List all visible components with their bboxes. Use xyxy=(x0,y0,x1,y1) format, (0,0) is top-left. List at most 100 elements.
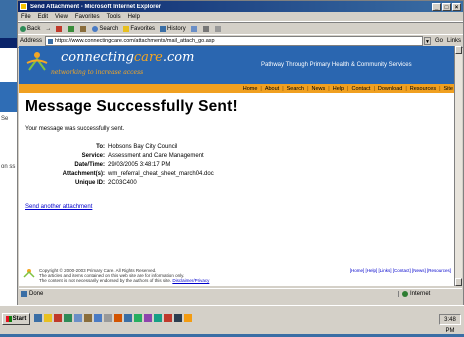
nav-contact[interactable]: Contact xyxy=(351,86,370,92)
forward-button[interactable]: → xyxy=(45,26,51,32)
task-button-icon-2[interactable] xyxy=(104,314,112,322)
app-launch-icon[interactable] xyxy=(54,314,62,322)
address-label: Address xyxy=(20,38,43,44)
history-icon xyxy=(160,25,167,32)
footer-links[interactable]: [Home] [Help] [Links] [Contact] [News] [… xyxy=(350,268,451,273)
detail-value-service: Assessment and Care Management xyxy=(108,153,204,159)
status-text-area: Done xyxy=(19,290,398,297)
site-tagline: networking to increase access xyxy=(51,69,144,76)
footer-endorse-line: The content is not necessarily endorsed … xyxy=(39,278,350,283)
favorites-button[interactable]: Favorites xyxy=(123,25,155,32)
logo-suffix: .com xyxy=(162,50,195,65)
app-launch-icon-4[interactable] xyxy=(84,314,92,322)
task-button-icon[interactable] xyxy=(94,314,102,322)
task-button-icon-6[interactable] xyxy=(144,314,152,322)
mail-icon xyxy=(190,25,197,32)
minimize-button[interactable]: _ xyxy=(432,2,441,11)
menu-tools[interactable]: Tools xyxy=(107,14,121,20)
links-button[interactable]: Links xyxy=(447,38,461,44)
window-title: Send Attachment - Microsoft Internet Exp… xyxy=(30,3,162,10)
go-button[interactable]: Go xyxy=(435,38,443,44)
standard-toolbar: Back → Search Favorites History xyxy=(18,22,463,35)
vertical-scrollbar[interactable] xyxy=(454,46,462,286)
confirmation-text: Your message was successfully sent. xyxy=(25,126,125,132)
nav-site[interactable]: Site xyxy=(444,86,453,92)
nav-download[interactable]: Download xyxy=(378,86,402,92)
zone-label: Internet xyxy=(410,290,431,297)
menu-file[interactable]: File xyxy=(21,14,31,20)
nav-resources[interactable]: Resources xyxy=(410,86,436,92)
refresh-button[interactable] xyxy=(68,25,75,32)
back-button[interactable]: Back xyxy=(20,25,41,32)
taskbar: Start 3:48 PM xyxy=(0,305,464,334)
page-viewport: connectingcare.com networking to increas… xyxy=(19,46,455,286)
history-label: History xyxy=(167,25,186,32)
favorites-star-icon xyxy=(123,25,130,32)
task-button-icon-7[interactable] xyxy=(154,314,162,322)
status-bar: Done Internet xyxy=(19,288,462,298)
detail-value-attachments: wm_referral_cheat_sheet_march04.doc xyxy=(108,171,214,177)
app-launch-icon-2[interactable] xyxy=(64,314,72,322)
nav-about[interactable]: About xyxy=(265,86,279,92)
start-label: Start xyxy=(12,316,27,322)
forward-arrow-icon: → xyxy=(45,25,52,32)
print-icon xyxy=(202,25,209,32)
edit-icon xyxy=(214,25,221,32)
background-window-text-2: on ss xyxy=(1,164,16,170)
task-button-icon-9[interactable] xyxy=(174,314,182,322)
maximize-button[interactable]: □ xyxy=(442,2,451,11)
menu-favorites[interactable]: Favorites xyxy=(75,14,100,20)
menu-view[interactable]: View xyxy=(55,14,68,20)
send-another-attachment-link[interactable]: Send another attachment xyxy=(25,204,449,210)
disclaimer-privacy-link[interactable]: Disclaimer/Privacy xyxy=(172,278,209,283)
nav-help[interactable]: Help xyxy=(333,86,344,92)
history-button[interactable]: History xyxy=(160,25,186,32)
windows-flag-icon xyxy=(5,316,12,322)
detail-label-attachments: Attachment(s): xyxy=(62,171,105,177)
back-label: Back xyxy=(27,25,41,32)
detail-label-datetime: Date/Time: xyxy=(74,162,105,168)
close-button[interactable]: × xyxy=(452,2,461,11)
app-launch-icon-3[interactable] xyxy=(74,314,82,322)
stop-button[interactable] xyxy=(56,25,63,32)
detail-label-unique-id: Unique ID: xyxy=(75,180,105,186)
detail-row: To: Hobsons Bay City Council xyxy=(25,144,225,150)
home-icon xyxy=(80,25,87,32)
folder-launch-icon[interactable] xyxy=(44,314,52,322)
detail-label-service: Service: xyxy=(81,153,105,159)
nav-news[interactable]: News xyxy=(312,86,326,92)
refresh-icon xyxy=(68,25,75,32)
page-title: Message Successfully Sent! xyxy=(25,98,238,115)
scroll-up-arrow[interactable] xyxy=(455,46,462,54)
footer-endorse-text: The content is not necessarily endorsed … xyxy=(39,278,172,283)
search-button[interactable]: Search xyxy=(92,25,118,32)
print-button[interactable] xyxy=(202,25,210,32)
address-url: https://www.connectingcare.com/attachmen… xyxy=(55,38,215,44)
task-button-icon-3[interactable] xyxy=(114,314,122,322)
edit-button[interactable] xyxy=(214,25,222,32)
menu-help[interactable]: Help xyxy=(128,14,140,20)
site-logo[interactable]: connectingcare.com xyxy=(61,50,194,65)
task-button-icon-5[interactable] xyxy=(134,314,142,322)
connectingcare-logo-icon[interactable] xyxy=(26,50,48,72)
ie-launch-icon[interactable] xyxy=(34,314,42,322)
task-button-icon-4[interactable] xyxy=(124,314,132,322)
home-button[interactable] xyxy=(80,25,87,32)
start-button[interactable]: Start xyxy=(2,313,30,325)
site-nav: Home | About | Search | News | Help | Contact… xyxy=(19,84,455,93)
logo-highlight: care xyxy=(133,50,163,65)
task-button-icon-8[interactable] xyxy=(164,314,172,322)
security-zone: Internet xyxy=(398,290,462,297)
detail-value-datetime: 29/03/2005 3:48:17 PM xyxy=(108,162,171,168)
scroll-down-arrow[interactable] xyxy=(455,278,462,286)
nav-home[interactable]: Home xyxy=(243,86,258,92)
address-dropdown-button[interactable]: ▼ xyxy=(423,37,431,45)
menu-edit[interactable]: Edit xyxy=(38,14,48,20)
task-button-icon-10[interactable] xyxy=(184,314,192,322)
mail-button[interactable] xyxy=(190,25,198,32)
ie-icon xyxy=(20,3,27,10)
nav-search[interactable]: Search xyxy=(287,86,304,92)
address-input[interactable]: https://www.connectingcare.com/attachmen… xyxy=(45,36,423,46)
window-titlebar[interactable]: Send Attachment - Microsoft Internet Exp… xyxy=(18,1,463,12)
main-content: Message Successfully Sent! Your message … xyxy=(19,93,455,213)
